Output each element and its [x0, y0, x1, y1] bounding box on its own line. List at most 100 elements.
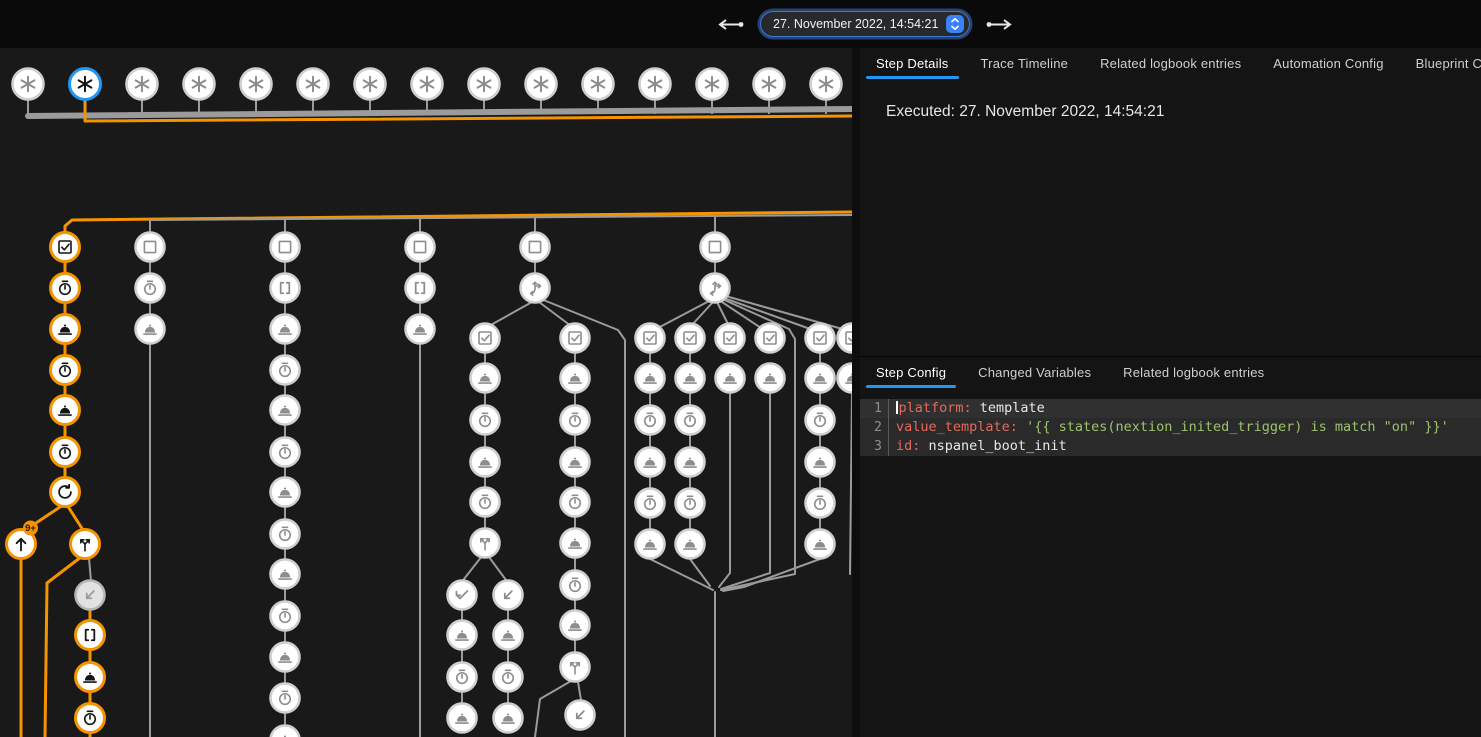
condition-checked-node[interactable] [716, 324, 745, 353]
service-call-node[interactable] [806, 364, 835, 393]
service-call-node[interactable] [716, 364, 745, 393]
wait-timer-node[interactable] [271, 684, 300, 713]
wait-timer-node[interactable] [471, 406, 500, 435]
service-call-node[interactable] [676, 530, 705, 559]
service-call-node[interactable] [271, 560, 300, 589]
condition-checked-node[interactable] [51, 233, 80, 262]
wait-timer-node[interactable] [636, 406, 665, 435]
branch-split-node[interactable] [71, 530, 100, 559]
trigger-asterisk-node[interactable] [355, 69, 386, 100]
check-arrow-node[interactable] [448, 581, 477, 610]
service-call-node[interactable] [636, 448, 665, 477]
state-box-node[interactable] [406, 233, 435, 262]
wait-timer-node[interactable] [271, 520, 300, 549]
arrow-bottom-left-node[interactable] [76, 581, 105, 610]
service-call-node[interactable] [271, 315, 300, 344]
wait-timer-node[interactable] [76, 704, 105, 733]
arrow-up-node[interactable]: 9+ [7, 521, 39, 559]
condition-checked-node[interactable] [676, 324, 705, 353]
trigger-asterisk-node[interactable] [697, 69, 728, 100]
wait-timer-node[interactable] [806, 489, 835, 518]
trigger-asterisk-node[interactable] [184, 69, 215, 100]
service-call-node[interactable] [561, 364, 590, 393]
service-call-node[interactable] [676, 448, 705, 477]
service-call-node[interactable] [806, 448, 835, 477]
wait-timer-node[interactable] [806, 406, 835, 435]
service-call-node[interactable] [448, 621, 477, 650]
wait-timer-node[interactable] [271, 602, 300, 631]
repeat-node[interactable] [51, 478, 80, 507]
service-call-node[interactable] [676, 364, 705, 393]
wait-timer-node[interactable] [636, 489, 665, 518]
wait-timer-node[interactable] [136, 274, 165, 303]
condition-checked-node[interactable] [471, 324, 500, 353]
wait-timer-node[interactable] [561, 488, 590, 517]
tab-changed-variables[interactable]: Changed Variables [962, 357, 1107, 388]
trigger-asterisk-node[interactable] [754, 69, 785, 100]
sequence-brackets-node[interactable] [271, 274, 300, 303]
condition-checked-node[interactable] [561, 324, 590, 353]
tab-trace-timeline[interactable]: Trace Timeline [965, 48, 1085, 79]
tab-automation-config[interactable]: Automation Config [1257, 48, 1399, 79]
service-call-node[interactable] [494, 621, 523, 650]
state-box-node[interactable] [701, 233, 730, 262]
wait-timer-node[interactable] [448, 663, 477, 692]
tab-related-logbook-entries[interactable]: Related logbook entries [1107, 357, 1280, 388]
next-run-button[interactable] [982, 15, 1018, 34]
service-call-node[interactable] [448, 704, 477, 733]
service-call-node[interactable] [494, 704, 523, 733]
trigger-asterisk-node[interactable] [298, 69, 329, 100]
choose-directions-node[interactable] [701, 274, 730, 303]
service-call-node[interactable] [76, 663, 105, 692]
trigger-asterisk-node[interactable] [526, 69, 557, 100]
state-box-node[interactable] [136, 233, 165, 262]
service-call-node[interactable] [561, 529, 590, 558]
arrow-bottom-left-node[interactable] [494, 581, 523, 610]
service-call-node[interactable] [51, 396, 80, 425]
tab-blueprint-config[interactable]: Blueprint Config [1400, 48, 1481, 79]
wait-timer-node[interactable] [561, 406, 590, 435]
service-call-node[interactable] [806, 530, 835, 559]
service-call-node[interactable] [561, 448, 590, 477]
wait-timer-node[interactable] [51, 274, 80, 303]
state-box-node[interactable] [521, 233, 550, 262]
trigger-asterisk-node[interactable] [127, 69, 158, 100]
service-call-node[interactable] [636, 364, 665, 393]
service-call-node[interactable] [51, 315, 80, 344]
arrow-bottom-left-node[interactable] [566, 701, 595, 730]
state-box-node[interactable] [271, 233, 300, 262]
sequence-brackets-node[interactable] [406, 274, 435, 303]
service-call-node[interactable] [136, 315, 165, 344]
wait-timer-node[interactable] [561, 571, 590, 600]
wait-timer-node[interactable] [494, 663, 523, 692]
service-call-node[interactable] [406, 315, 435, 344]
choose-directions-node[interactable] [521, 274, 550, 303]
service-call-node[interactable] [271, 478, 300, 507]
wait-timer-node[interactable] [51, 356, 80, 385]
sequence-brackets-node[interactable] [76, 621, 105, 650]
branch-split-node[interactable] [561, 653, 590, 682]
wait-timer-node[interactable] [676, 406, 705, 435]
condition-checked-node[interactable] [756, 324, 785, 353]
trigger-asterisk-node[interactable] [583, 69, 614, 100]
condition-checked-node[interactable] [806, 324, 835, 353]
run-select[interactable]: 27. November 2022, 14:54:21 [760, 11, 970, 37]
trigger-asterisk-node[interactable] [469, 69, 500, 100]
trigger-asterisk-node[interactable] [412, 69, 443, 100]
service-call-node[interactable] [561, 611, 590, 640]
trigger-asterisk-node[interactable] [811, 69, 842, 100]
service-call-node[interactable] [271, 396, 300, 425]
wait-timer-node[interactable] [271, 438, 300, 467]
wait-timer-node[interactable] [676, 489, 705, 518]
service-call-node[interactable] [636, 530, 665, 559]
tab-step-details[interactable]: Step Details [860, 48, 965, 79]
service-call-node[interactable] [756, 364, 785, 393]
previous-run-button[interactable] [712, 15, 748, 34]
service-call-node[interactable] [471, 448, 500, 477]
trigger-asterisk-node[interactable] [13, 69, 44, 100]
service-call-node[interactable] [471, 364, 500, 393]
wait-timer-node[interactable] [271, 356, 300, 385]
tab-step-config[interactable]: Step Config [860, 357, 962, 388]
wait-timer-node[interactable] [51, 438, 80, 467]
service-call-node[interactable] [271, 726, 300, 737]
